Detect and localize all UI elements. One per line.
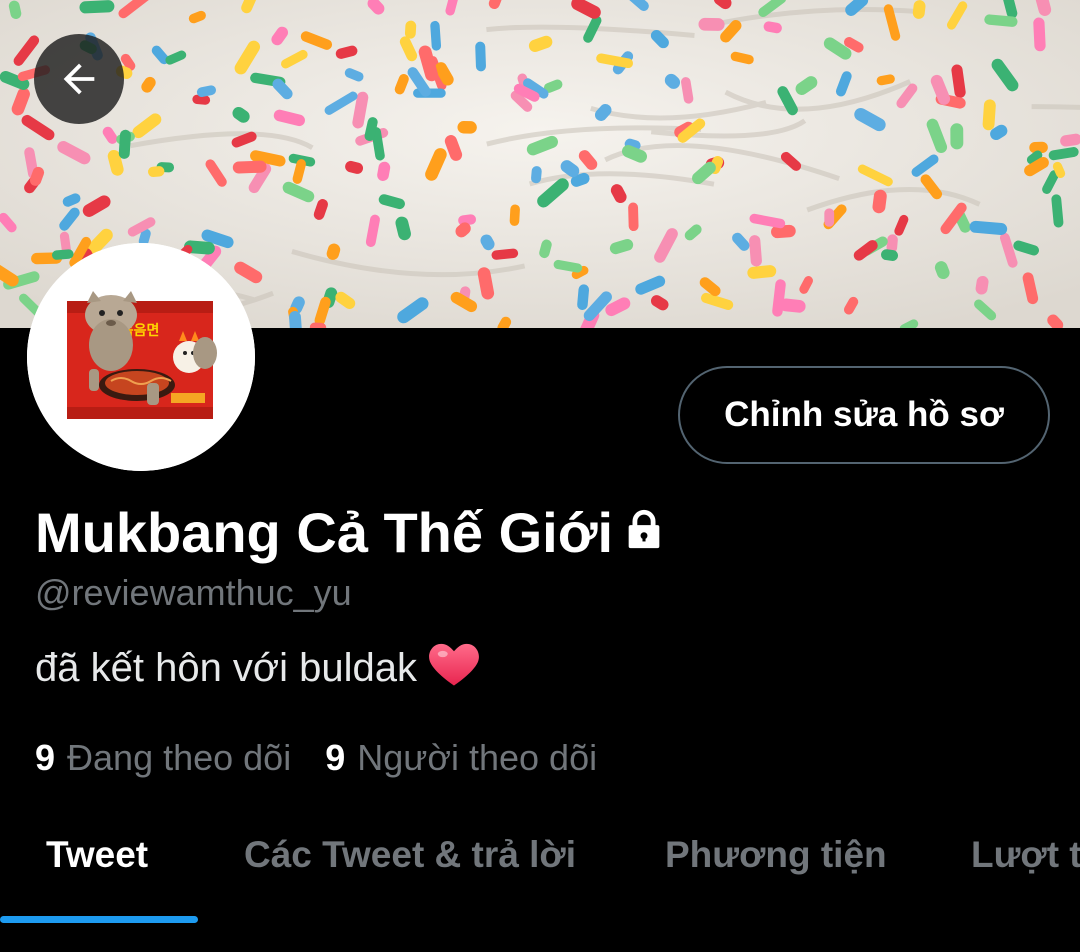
active-tab-indicator	[0, 916, 198, 923]
following-label: Đang theo dõi	[67, 737, 292, 778]
followers-count: 9	[325, 737, 346, 778]
bio-text: đã kết hôn với buldak	[35, 645, 418, 690]
tab-likes[interactable]: Lượt thích	[971, 834, 1080, 876]
followers-stat[interactable]: 9 Người theo dõi	[325, 737, 597, 779]
profile-bio: đã kết hôn với buldak	[35, 638, 481, 698]
avatar-image: 붉닭볶음면	[27, 243, 255, 471]
heart-icon	[427, 638, 481, 698]
following-count: 9	[35, 737, 56, 778]
tab-media[interactable]: Phương tiện	[665, 834, 887, 876]
follow-stats: 9 Đang theo dõi 9 Người theo dõi	[35, 737, 631, 779]
display-name: Mukbang Cả Thế Giới	[35, 501, 614, 564]
lock-icon	[621, 500, 667, 565]
edit-profile-button[interactable]: Chỉnh sửa hồ sơ	[678, 366, 1050, 464]
followers-label: Người theo dõi	[357, 737, 598, 778]
arrow-left-icon	[63, 63, 95, 95]
avatar[interactable]: 붉닭볶음면	[27, 243, 255, 471]
tab-tweets-and-replies[interactable]: Các Tweet & trả lời	[244, 834, 576, 876]
profile-name-row: Mukbang Cả Thế Giới	[35, 500, 667, 565]
profile-handle: @reviewamthuc_yu	[35, 572, 352, 613]
back-button[interactable]	[34, 34, 124, 124]
profile-tabs: Tweet Các Tweet & trả lời Phương tiện Lư…	[0, 820, 1080, 930]
following-stat[interactable]: 9 Đang theo dõi	[35, 737, 291, 779]
tab-tweets[interactable]: Tweet	[46, 834, 148, 876]
